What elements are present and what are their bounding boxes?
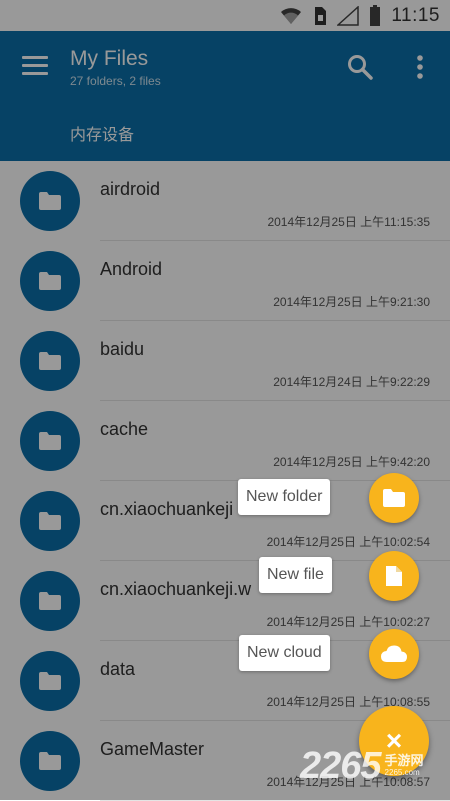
watermark-cn: 手游网 bbox=[384, 753, 424, 768]
new-file-label[interactable]: New file bbox=[259, 557, 332, 593]
new-folder-label[interactable]: New folder bbox=[238, 479, 331, 515]
watermark: 2265 手游网 2265.com bbox=[300, 744, 424, 787]
cloud-icon bbox=[381, 645, 407, 662]
folder-icon bbox=[383, 489, 405, 507]
new-file-button[interactable] bbox=[369, 551, 419, 601]
watermark-en: 2265.com bbox=[384, 768, 420, 777]
new-cloud-button[interactable] bbox=[369, 629, 419, 679]
new-folder-button[interactable] bbox=[369, 473, 419, 523]
overlay-scrim[interactable] bbox=[0, 0, 450, 800]
watermark-number: 2265 bbox=[300, 744, 382, 787]
new-cloud-label[interactable]: New cloud bbox=[239, 635, 330, 671]
file-icon bbox=[386, 566, 402, 586]
